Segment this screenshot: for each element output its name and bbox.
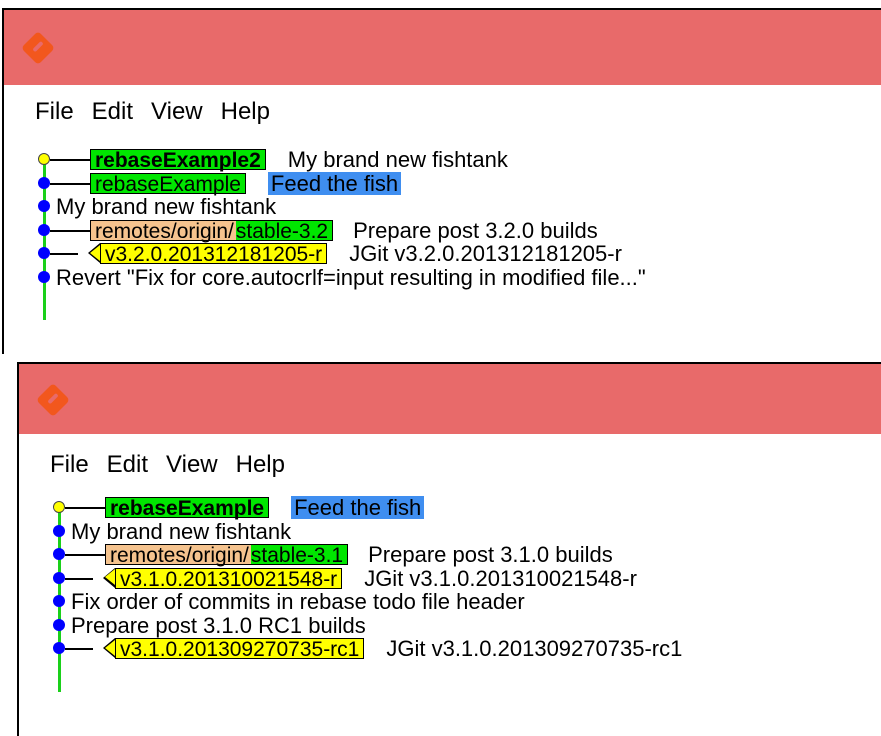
menu-view[interactable]: View	[157, 451, 227, 479]
title-bar[interactable]	[4, 10, 881, 85]
commit-message: Prepare post 3.1.0 RC1 builds	[71, 612, 366, 638]
current-branch-label[interactable]: rebaseExample2	[90, 149, 266, 171]
head-commit-icon	[53, 501, 65, 513]
commit-message: Feed the fish	[291, 496, 425, 519]
ref-connector	[50, 159, 90, 161]
commit-dot-icon	[53, 524, 65, 537]
tag-label[interactable]: v3.1.0.201309270735-rc1	[115, 638, 365, 660]
tag-arrow-icon	[103, 567, 115, 588]
commit-dot-icon	[38, 176, 50, 189]
commit-message: My brand new fishtank	[56, 194, 277, 219]
menu-help[interactable]: Help	[227, 451, 294, 479]
commit-row[interactable]: rebaseExample Feed the fish	[4, 171, 881, 195]
commit-dot-icon	[38, 247, 50, 259]
commit-message: Revert "Fix for core.autocrlf=input resu…	[56, 264, 646, 290]
commit-row[interactable]: v3.2.0.201312181205-r JGit v3.2.0.2013121…	[4, 242, 881, 265]
commit-message: Feed the fish	[267, 171, 402, 195]
head-commit-icon	[38, 153, 50, 165]
commit-graph: rebaseExample Feed the fish My brand new f…	[19, 496, 881, 736]
commit-row[interactable]: Fix order of commits in rebase todo file…	[19, 590, 881, 613]
tag-arrow-icon	[88, 243, 100, 263]
commit-dot-icon	[53, 548, 65, 560]
ref-connector	[65, 648, 93, 650]
ref-connector	[50, 253, 78, 255]
menu-bar: File Edit View Help	[4, 98, 881, 126]
menu-view[interactable]: View	[142, 98, 212, 126]
current-branch-label[interactable]: rebaseExample	[105, 497, 270, 519]
commit-message: JGit v3.1.0.201309270735-rc1	[386, 636, 683, 661]
git-logo-icon	[21, 31, 55, 65]
commit-message: My brand new fishtank	[287, 147, 508, 172]
commit-message: My brand new fishtank	[71, 518, 292, 544]
history-window-top: File Edit View Help rebaseExample2 My bra…	[2, 8, 881, 354]
history-window-bottom: File Edit View Help rebaseExample Feed th…	[17, 362, 881, 736]
commit-message: Prepare post 3.1.0 builds	[368, 542, 613, 567]
menu-bar: File Edit View Help	[19, 451, 881, 479]
tag-label[interactable]: v3.1.0.201310021548-r	[115, 567, 343, 590]
menu-file[interactable]: File	[4, 98, 83, 126]
remote-branch-name: stable-3.2	[235, 220, 333, 242]
commit-row[interactable]: rebaseExample2 My brand new fishtank	[4, 148, 881, 171]
menu-file[interactable]: File	[19, 451, 98, 479]
commit-dot-icon	[38, 223, 50, 236]
commit-dot-icon	[38, 270, 50, 283]
commit-row[interactable]: Prepare post 3.1.0 RC1 builds	[19, 614, 881, 637]
menu-edit[interactable]: Edit	[83, 98, 142, 126]
commit-row[interactable]: My brand new fishtank	[4, 195, 881, 218]
commit-row[interactable]: v3.1.0.201310021548-r JGit v3.1.0.2013100…	[19, 567, 881, 590]
commit-dot-icon	[53, 618, 65, 631]
remote-prefix: remotes/origin/	[106, 545, 251, 566]
commit-dot-icon	[53, 595, 65, 607]
commit-dot-icon	[53, 642, 65, 654]
commit-dot-icon	[53, 571, 65, 584]
commit-row[interactable]: v3.1.0.201309270735-rc1 JGit v3.1.0.20130…	[19, 637, 881, 660]
commit-dot-icon	[38, 200, 50, 212]
title-bar[interactable]	[19, 364, 881, 434]
remote-branch-label[interactable]: remotes/origin/stable-3.2	[90, 219, 334, 242]
tag-arrow-icon	[103, 638, 115, 658]
commit-row[interactable]: remotes/origin/stable-3.1 Prepare post 3.…	[19, 543, 881, 566]
commit-row[interactable]: remotes/origin/stable-3.2 Prepare post 3.…	[4, 219, 881, 242]
ref-connector	[50, 229, 90, 232]
ref-connector	[65, 554, 105, 556]
remote-branch-label[interactable]: remotes/origin/stable-3.1	[105, 544, 349, 566]
commit-row[interactable]: rebaseExample Feed the fish	[19, 496, 881, 519]
ref-connector	[50, 182, 90, 185]
ref-connector	[65, 507, 105, 509]
tag-label[interactable]: v3.2.0.201312181205-r	[100, 243, 328, 265]
branch-label[interactable]: rebaseExample	[90, 172, 246, 195]
remote-prefix: remotes/origin/	[91, 220, 236, 242]
commit-message: Prepare post 3.2.0 builds	[353, 217, 598, 243]
commit-row[interactable]: My brand new fishtank	[19, 520, 881, 543]
commit-row[interactable]: Revert "Fix for core.autocrlf=input resu…	[4, 266, 881, 289]
commit-message: JGit v3.2.0.201312181205-r	[349, 241, 622, 266]
ref-connector	[65, 577, 93, 580]
menu-edit[interactable]: Edit	[98, 451, 157, 479]
commit-graph: rebaseExample2 My brand new fishtank rebas…	[4, 148, 881, 354]
menu-help[interactable]: Help	[212, 98, 279, 126]
remote-branch-name: stable-3.1	[250, 545, 348, 566]
commit-message: JGit v3.1.0.201310021548-r	[364, 565, 637, 591]
git-logo-icon	[36, 383, 70, 417]
commit-message: Fix order of commits in rebase todo file…	[71, 589, 525, 614]
